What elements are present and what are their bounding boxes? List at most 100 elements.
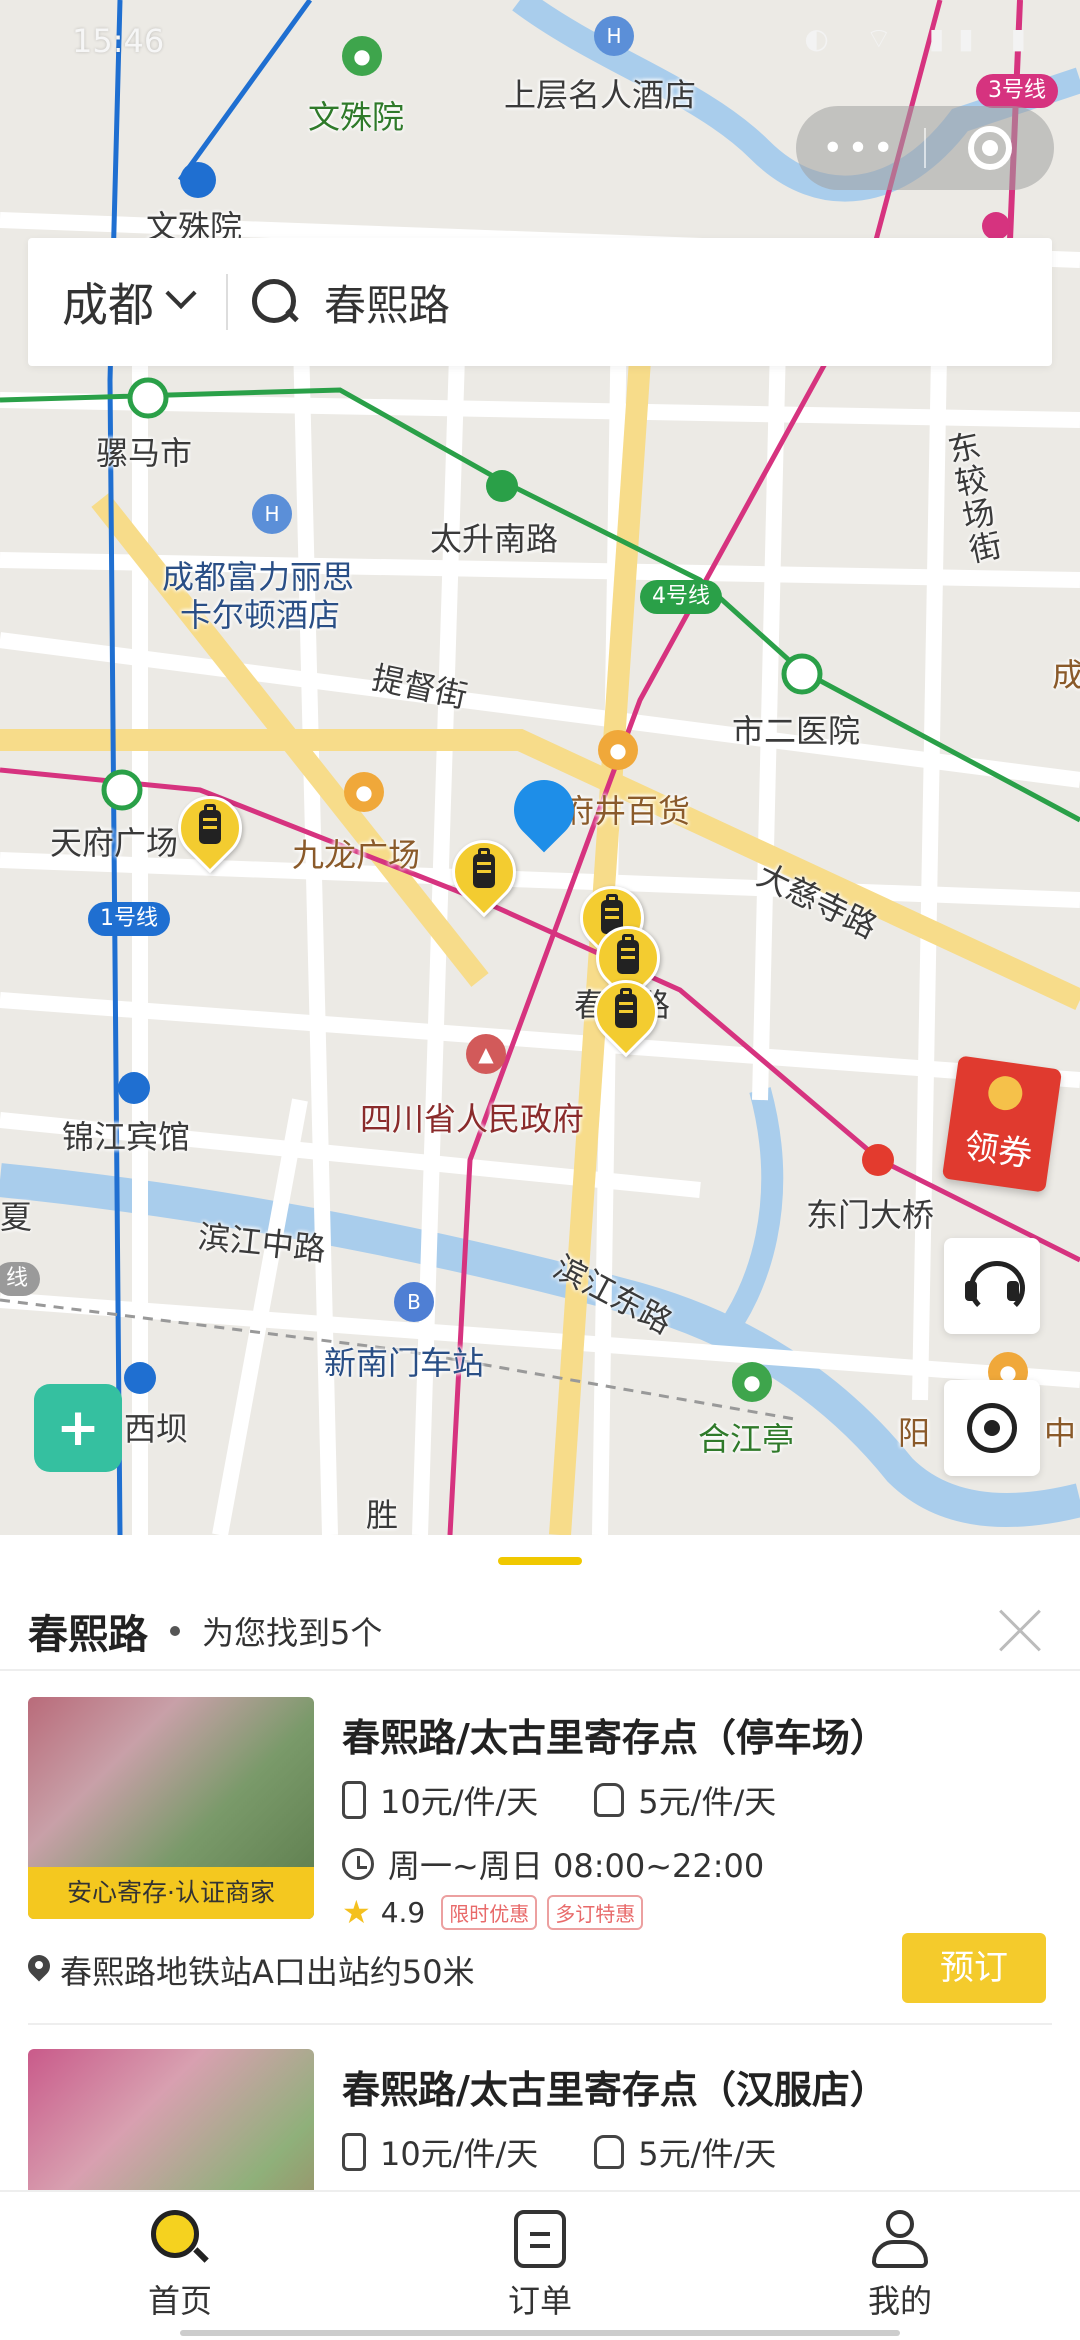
user-icon (872, 2210, 928, 2268)
book-button[interactable]: 预订 (902, 1933, 1046, 2003)
close-miniapp-button[interactable] (926, 126, 1054, 170)
results-sheet: 春熙路 为您找到5个 安心寄存·认证商家 春熙路/太古里寄存点（停车场） 10元… (0, 1535, 1080, 2190)
city-label: 成都 (62, 278, 154, 332)
backpack-icon (594, 2135, 625, 2169)
miniapp-capsule: ••• (796, 106, 1054, 190)
home-indicator (180, 2330, 900, 2336)
map-label: 卡尔顿酒店 (180, 596, 341, 634)
status-time: 15:46 (72, 22, 165, 60)
price-small: 5元/件/天 (638, 2135, 777, 2173)
status-bar: 15:46 ◐ ⌔ ▮▮ ▮ (0, 0, 1080, 86)
price-small: 5元/件/天 (638, 1783, 777, 1821)
map-label: 锦江宾馆 (62, 1118, 191, 1156)
divider (28, 2023, 1052, 2025)
storage-pin[interactable] (580, 966, 672, 1064)
government-poi-icon: ▲ (466, 1034, 506, 1074)
map-label: 市二医院 (732, 712, 861, 750)
sheet-title: 春熙路 (28, 1612, 148, 1658)
price-row: 10元/件/天 5元/件/天 (342, 1777, 776, 1823)
promo-tag: 限时优惠 (441, 1894, 538, 1930)
store-title: 春熙路/太古里寄存点（停车场） (342, 1716, 888, 1760)
map-label: 夏 (0, 1198, 33, 1236)
price-large: 10元/件/天 (380, 1783, 539, 1821)
tab-orders[interactable]: 订单 (360, 2192, 720, 2340)
map-label: 东门大桥 (806, 1196, 935, 1234)
search-icon (151, 2210, 209, 2268)
headset-icon (965, 1259, 1025, 1315)
map-label: 文殊院 (308, 98, 405, 136)
customer-service-button[interactable] (944, 1238, 1040, 1334)
luggage-icon (342, 2133, 366, 2171)
search-bar: 成都 春熙路 (28, 238, 1052, 366)
tab-profile[interactable]: 我的 (720, 2192, 1080, 2340)
bus-station-icon: B (394, 1282, 434, 1322)
price-row: 10元/件/天 5元/件/天 (342, 2129, 776, 2175)
map-label: 成 (1052, 656, 1080, 694)
search-icon (252, 279, 298, 325)
divider (0, 1669, 1080, 1671)
map-label: 骡马市 (96, 434, 193, 472)
target-icon (968, 126, 1012, 170)
result-count: 为您找到5个 (202, 1614, 383, 1652)
locate-button[interactable] (944, 1380, 1040, 1476)
clock-icon (342, 1848, 374, 1880)
sheet-handle[interactable] (498, 1557, 582, 1565)
locate-icon (967, 1403, 1017, 1453)
divider (226, 274, 228, 330)
map-label: 太升南路 (430, 520, 559, 558)
tab-home[interactable]: 首页 (0, 2192, 360, 2340)
shield-icon: + (56, 1398, 100, 1458)
address-row: 春熙路地铁站A口出站约50米 (28, 1947, 475, 1993)
map-label: 西坝 (124, 1410, 189, 1448)
luggage-icon (342, 1781, 366, 1819)
hotel-poi-icon: H (252, 494, 292, 534)
opening-hours: 周一~周日 08:00~22:00 (388, 1847, 765, 1885)
map-label: 天府广场 (50, 824, 179, 862)
star-icon: ★ (342, 1893, 371, 1931)
insurance-button[interactable]: + (34, 1384, 122, 1472)
price-large: 10元/件/天 (380, 2135, 539, 2173)
scenic-poi-icon: ● (732, 1362, 772, 1402)
list-item[interactable]: 春熙路/太古里寄存点（汉服店） 10元/件/天 5元/件/天 (0, 2049, 1080, 2190)
tab-bar: 首页 订单 我的 (0, 2190, 1080, 2340)
metro-line-badge: 4号线 (640, 580, 722, 614)
map-label: 胜 (366, 1496, 399, 1534)
address-text: 春熙路地铁站A口出站约50米 (60, 1953, 475, 1991)
shopping-poi-icon: ● (344, 772, 384, 812)
map-view[interactable]: ● H H ● ● ▲ B ● ● 文殊院 文殊院 上层名人酒店 骡马市 太升南… (0, 0, 1080, 1535)
more-button[interactable]: ••• (796, 128, 924, 169)
location-marker-icon (501, 767, 587, 864)
backpack-icon (594, 1783, 625, 1817)
tab-label: 首页 (147, 2282, 212, 2320)
coupon-button[interactable]: 领券 (941, 1055, 1063, 1193)
close-icon[interactable] (996, 1607, 1044, 1655)
metro-line-badge: 线 (0, 1262, 41, 1296)
map-label: 中 (1044, 1414, 1077, 1452)
tab-label: 我的 (867, 2282, 932, 2320)
store-thumbnail: 安心寄存·认证商家 (28, 1697, 314, 1919)
shopping-poi-icon: ● (598, 730, 638, 770)
certified-badge: 安心寄存·认证商家 (28, 1867, 314, 1919)
metro-line-badge: 1号线 (88, 902, 170, 936)
storage-pin[interactable] (164, 782, 256, 880)
map-label: 四川省人民政府 (360, 1100, 585, 1138)
list-item[interactable]: 安心寄存·认证商家 春熙路/太古里寄存点（停车场） 10元/件/天 5元/件/天… (0, 1697, 1080, 2051)
coupon-label: 领券 (961, 1126, 1035, 1176)
storage-pin[interactable] (438, 826, 530, 924)
rating-value: 4.9 (380, 1895, 426, 1929)
chevron-down-icon (165, 277, 197, 310)
tab-label: 订单 (507, 2282, 572, 2320)
city-selector[interactable]: 成都 (28, 269, 197, 335)
map-label: 新南门车站 (324, 1344, 485, 1382)
promo-tag: 多订特惠 (547, 1894, 644, 1930)
store-title: 春熙路/太古里寄存点（汉服店） (342, 2068, 888, 2112)
status-icons: ◐ ⌔ ▮▮ ▮ (804, 22, 1040, 55)
order-icon (514, 2210, 566, 2268)
map-label: 九龙广场 (292, 836, 421, 874)
rating-row: ★ 4.9 限时优惠 多订特惠 (342, 1893, 653, 1931)
map-label: 合江亭 (698, 1420, 795, 1458)
map-label: 阳 (898, 1414, 931, 1452)
store-thumbnail (28, 2049, 314, 2190)
search-input[interactable]: 春熙路 (324, 272, 450, 333)
sheet-header: 春熙路 为您找到5个 (28, 1591, 382, 1671)
